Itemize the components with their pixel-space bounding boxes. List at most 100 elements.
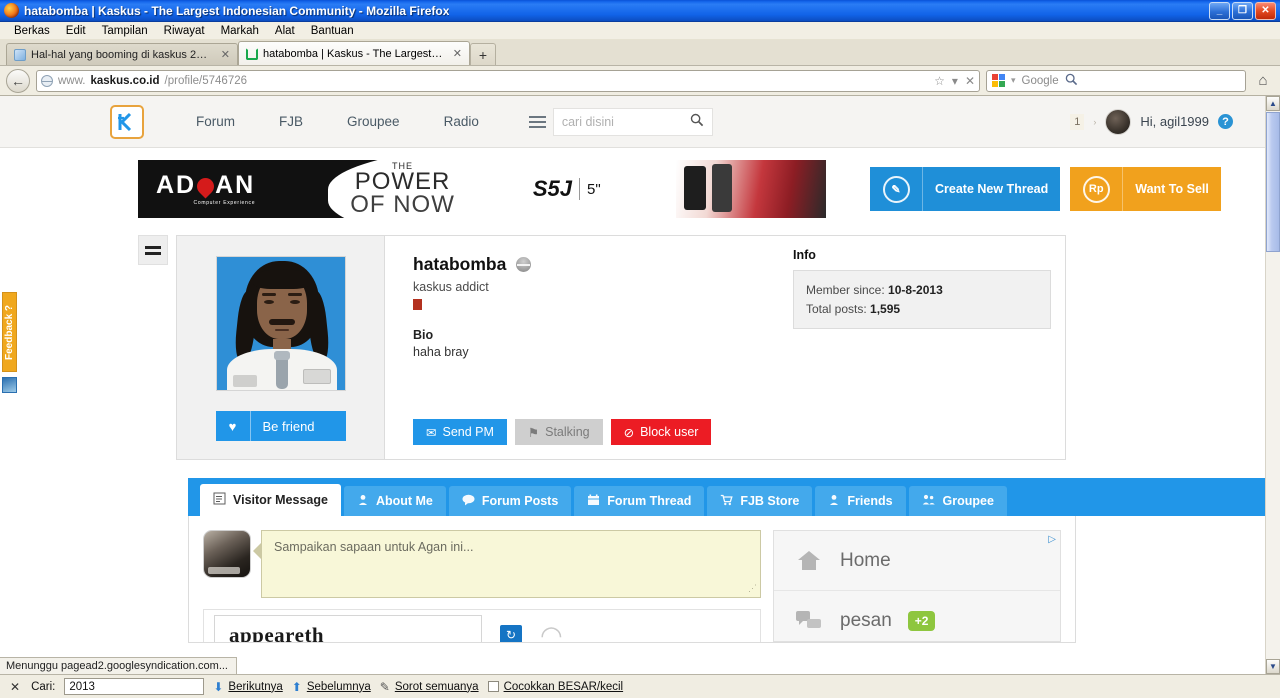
user-greeting[interactable]: Hi, agil1999 <box>1140 114 1209 129</box>
adchoices-icon[interactable]: ▷ <box>1048 534 1056 545</box>
back-button[interactable]: ← <box>6 68 30 93</box>
find-input[interactable]: 2013 <box>64 678 205 695</box>
tab-groupee[interactable]: Groupee <box>908 486 1007 516</box>
captcha-audio-icon[interactable]: ◠ <box>540 620 563 643</box>
captcha-refresh-button[interactable]: ↻ <box>500 625 522 642</box>
tab-label: Groupee <box>942 494 994 508</box>
ad-screen-size: 5" <box>587 180 601 198</box>
feedback-tab[interactable]: Feedback ? <box>2 292 17 372</box>
kaskus-main-nav: Forum FJB Groupee Radio <box>174 114 501 129</box>
browser-tab-label: hatabomba | Kaskus - The Largest Indon..… <box>263 47 444 60</box>
ad-phone-icon <box>712 164 732 212</box>
minimize-button[interactable]: _ <box>1209 1 1230 20</box>
nav-link-groupee[interactable]: Groupee <box>325 114 422 129</box>
ad-brand-head: AD <box>156 170 197 199</box>
ad-list-item-home[interactable]: Home <box>774 531 1060 591</box>
ad-and-cta-row: AD AN Computer Experience THE POWER OF NO… <box>0 148 1265 218</box>
tab-fjb-store[interactable]: FJB Store <box>707 486 813 516</box>
match-case-checkbox[interactable]: Cocokkan BESAR/kecil <box>487 681 623 693</box>
kaskus-search-input[interactable]: cari disini <box>552 107 713 136</box>
notification-count-badge[interactable]: 1 <box>1070 113 1085 130</box>
menu-item-edit[interactable]: Edit <box>58 25 94 37</box>
tab-label: Friends <box>847 494 893 508</box>
send-pm-button[interactable]: ✉ Send PM <box>413 419 507 445</box>
menu-item-tampilan[interactable]: Tampilan <box>94 25 156 37</box>
profile-info-panel: Info Member since: 10-8-2013 Total posts… <box>793 236 1065 459</box>
ad-item-badge: +2 <box>907 610 936 631</box>
stalking-button[interactable]: ⚑ Stalking <box>514 419 603 445</box>
browser-tab-2[interactable]: hatabomba | Kaskus - The Largest Indon..… <box>238 41 470 65</box>
hamburger-menu-icon[interactable] <box>523 115 553 128</box>
sidebar-advertisement[interactable]: ▷ Home pesan +2 <box>773 530 1061 642</box>
browser-tab-1[interactable]: Hal-hal yang booming di kaskus 2010-201 … <box>6 43 238 65</box>
stop-loading-icon[interactable]: ✕ <box>965 74 975 88</box>
search-icon[interactable] <box>1065 73 1078 89</box>
search-icon[interactable] <box>690 113 704 130</box>
search-engine-caret-icon[interactable]: ▾ <box>1011 75 1016 86</box>
menu-item-bantuan[interactable]: Bantuan <box>303 25 362 37</box>
profile-tab-panel: Sampaikan sapaan untuk Agan ini... ⋰ app… <box>188 516 1076 643</box>
tab-close-icon[interactable]: ✕ <box>453 47 462 60</box>
be-friend-button[interactable]: ♥ Be friend <box>215 411 346 441</box>
menu-item-berkas[interactable]: Berkas <box>6 25 58 37</box>
help-icon[interactable]: ? <box>1218 114 1233 129</box>
bio-text: haha bray <box>413 345 469 359</box>
menu-item-riwayat[interactable]: Riwayat <box>156 25 213 37</box>
nav-link-forum[interactable]: Forum <box>174 114 257 129</box>
close-findbar-icon[interactable]: ✕ <box>8 680 22 694</box>
scrollbar-thumb[interactable] <box>1266 112 1280 252</box>
profile-card: ♥ Be friend hatabomba kaskus addict Bio … <box>176 235 1066 460</box>
ad-brand-tagline: Computer Experience <box>193 199 256 206</box>
user-avatar[interactable] <box>1105 108 1132 135</box>
home-button[interactable]: ⌂ <box>1252 72 1274 89</box>
back-arrow-icon: ← <box>11 72 25 89</box>
rupiah-glyph: Rp <box>1082 175 1110 203</box>
tab-label: Visitor Message <box>233 493 328 507</box>
maximize-button[interactable]: ❐ <box>1232 1 1253 20</box>
sidebar-toggle-button[interactable] <box>138 235 168 265</box>
tab-forum-thread[interactable]: Forum Thread <box>574 486 705 516</box>
tab-close-icon[interactable]: ✕ <box>221 48 230 61</box>
url-bar[interactable]: www. kaskus.co.id/profile/5746726 ☆ ▾ ✕ <box>36 69 980 92</box>
want-to-sell-button[interactable]: Rp Want To Sell <box>1070 167 1221 211</box>
minimize-icon: _ <box>1216 4 1223 16</box>
scroll-down-button[interactable]: ▼ <box>1266 659 1280 674</box>
screenshot-feedback-icon[interactable] <box>2 377 17 393</box>
resize-grip-icon[interactable]: ⋰ <box>748 583 757 594</box>
menu-item-markah[interactable]: Markah <box>213 25 267 37</box>
find-next-button[interactable]: ⬇ Berikutnya <box>213 680 282 694</box>
advan-ad-banner[interactable]: AD AN Computer Experience THE POWER OF NO… <box>138 160 826 218</box>
find-previous-label: Sebelumnya <box>306 680 371 693</box>
block-user-button[interactable]: ⊘ Block user <box>610 419 712 445</box>
tab-visitor-message[interactable]: Visitor Message <box>200 484 341 516</box>
menu-item-alat[interactable]: Alat <box>267 25 303 37</box>
find-previous-button[interactable]: ⬆ Sebelumnya <box>292 680 371 694</box>
profile-rank: kaskus addict <box>413 280 489 294</box>
highlight-all-button[interactable]: ✎ Sorot semuanya <box>380 680 479 694</box>
tab-friends[interactable]: Friends <box>815 486 906 516</box>
page-scrollbar[interactable]: ▲ ▼ <box>1265 96 1280 674</box>
tab-about-me[interactable]: About Me <box>343 486 446 516</box>
visitor-message-input[interactable]: Sampaikan sapaan untuk Agan ini... ⋰ <box>261 530 761 598</box>
nav-link-fjb[interactable]: FJB <box>257 114 325 129</box>
scroll-up-button[interactable]: ▲ <box>1266 96 1280 111</box>
pencil-icon: ✎ <box>870 167 922 211</box>
checkbox-icon[interactable] <box>487 681 499 692</box>
create-new-thread-button[interactable]: ✎ Create New Thread <box>870 167 1061 211</box>
tab-label: About Me <box>375 494 433 508</box>
member-since-row: Member since: 10-8-2013 <box>806 281 1038 300</box>
status-bar-popup: Menunggu pagead2.googlesyndication.com..… <box>0 657 237 674</box>
close-button[interactable]: ✕ <box>1255 1 1276 20</box>
bookmark-icon: ⚑ <box>527 425 540 440</box>
total-posts-value: 1,595 <box>870 301 901 316</box>
new-tab-button[interactable]: + <box>470 43 496 65</box>
refresh-icon: ↻ <box>505 628 517 642</box>
tab-forum-posts[interactable]: Forum Posts <box>448 486 572 516</box>
ad-list-item-pesan[interactable]: pesan +2 <box>774 591 1060 642</box>
nav-link-radio[interactable]: Radio <box>422 114 501 129</box>
kaskus-logo-icon[interactable] <box>110 104 144 139</box>
chevron-down-icon[interactable]: ▾ <box>952 74 958 88</box>
search-bar[interactable]: ▾ Google <box>986 69 1246 92</box>
highlighter-icon: ✎ <box>379 679 390 694</box>
bookmark-star-icon[interactable]: ☆ <box>934 74 945 88</box>
